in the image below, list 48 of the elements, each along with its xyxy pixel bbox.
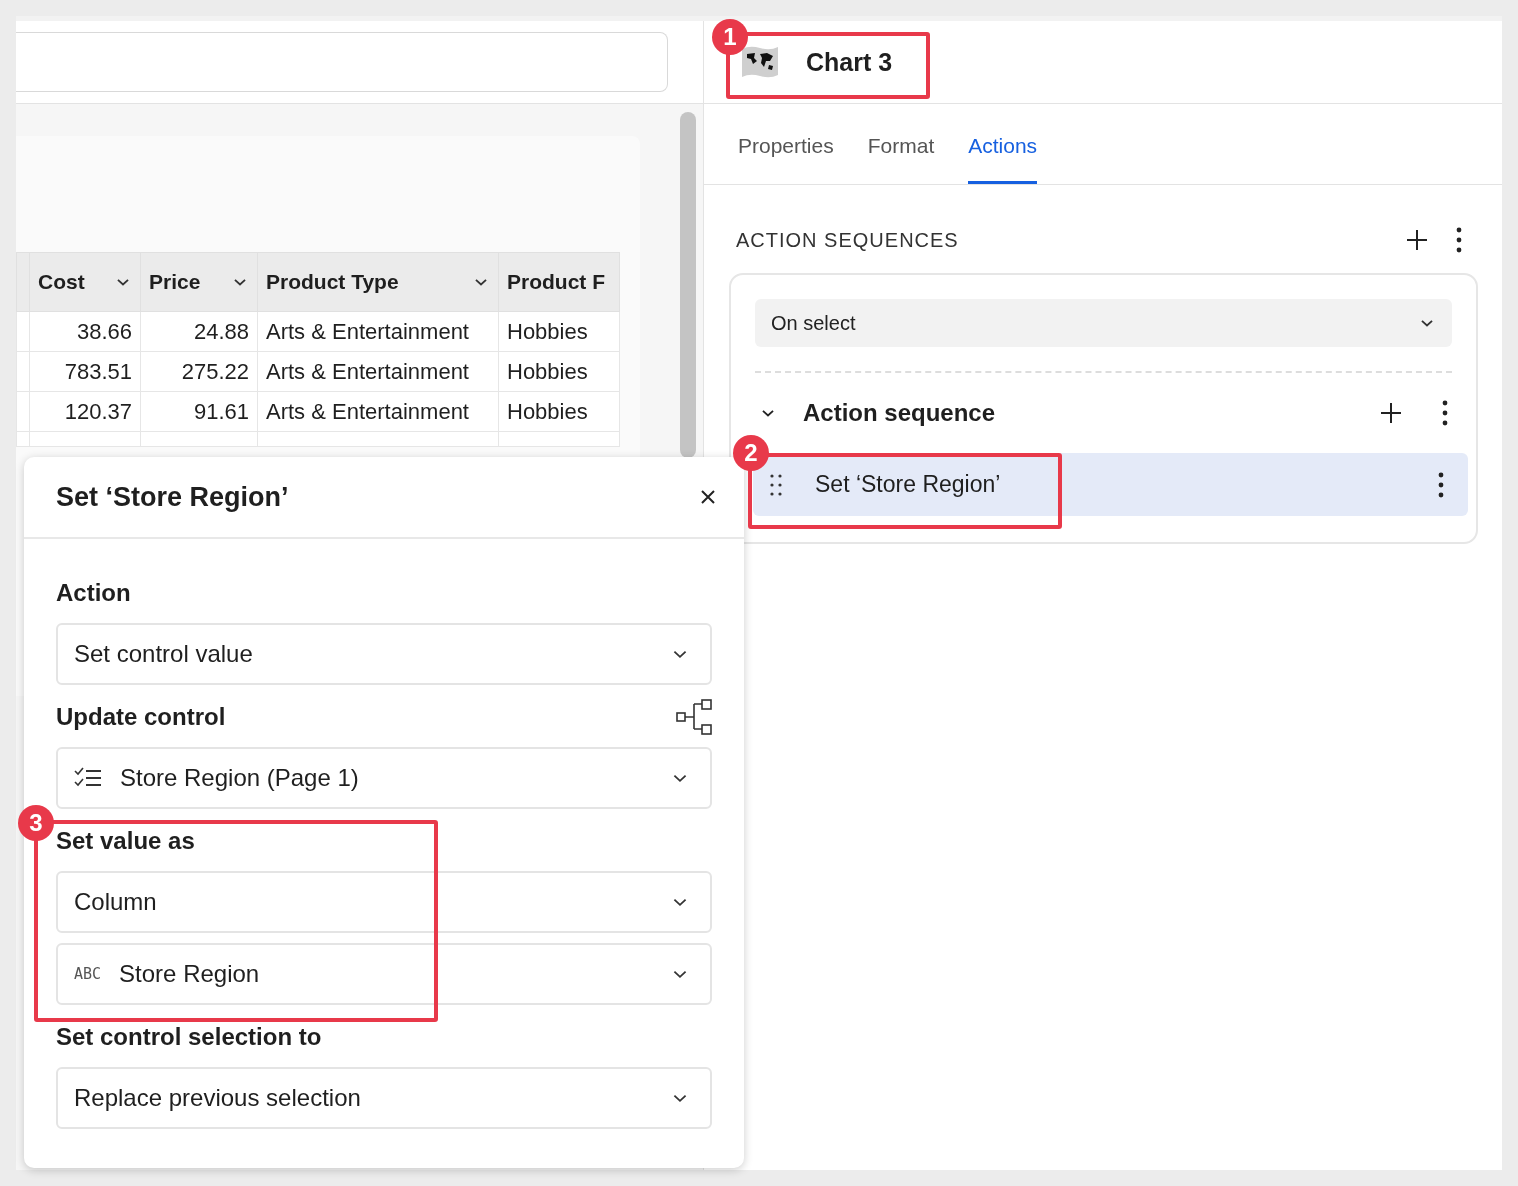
world-map-icon [740,44,780,80]
select-dropdown[interactable]: Column [56,871,712,933]
field-label: Update control [56,703,226,731]
table-cell: Arts & Entertainment [257,391,499,432]
plus-icon [1380,402,1402,424]
input-field[interactable] [16,32,668,92]
drag-handle-icon [769,472,783,497]
table-cell: Arts & Entertainment [257,351,499,392]
checklist-icon [74,767,102,789]
table-cell: Hobbies [498,391,620,432]
scrollbar-thumb[interactable] [680,112,696,458]
table-cell: 275.22 [140,351,258,392]
close-icon [700,489,716,505]
more-icon [1456,227,1462,253]
action-label: Set ‘Store Region’ [815,471,1002,498]
dialog-title: Set ‘Store Region’ [56,481,289,513]
sequence-title: Action sequence [803,399,997,427]
more-icon [1438,471,1444,498]
select-dropdown[interactable]: ABC Store Region [56,943,712,1005]
field-label: Set value as [56,827,195,855]
select-dropdown[interactable]: Set control value [56,623,712,685]
chart-title: Chart 3 [806,47,893,77]
table-cell: 91.61 [140,391,258,432]
type-label: ABC [74,965,102,983]
table-cell: Hobbies [498,311,620,352]
select-dropdown[interactable]: Replace previous selection [56,1067,712,1129]
table-cell: Arts & Entertainment [257,311,499,352]
hierarchy-button[interactable] [676,699,712,735]
column-header[interactable]: Product F [498,252,620,312]
section-title: ACTION SEQUENCES [736,228,960,252]
column-header[interactable]: Price [140,252,258,312]
table-cell: 120.37 [29,391,141,432]
table-cell: 24.88 [140,311,258,352]
table-cell: 38.66 [29,311,141,352]
more-icon [1442,400,1448,426]
table-cell: 783.51 [29,351,141,392]
tab[interactable]: Actions [968,104,1038,184]
tab[interactable]: Format [867,104,935,184]
column-header[interactable]: Product Type [257,252,499,312]
tab[interactable]: Properties [738,104,834,184]
field-label: Set control selection to [56,1023,322,1051]
table-cell: Hobbies [498,351,620,392]
hierarchy-icon [676,699,712,735]
plus-icon [1406,229,1428,251]
trigger-dropdown[interactable]: On select [755,299,1452,347]
select-dropdown[interactable]: Store Region (Page 1) [56,747,712,809]
column-header[interactable]: Cost [29,252,141,312]
field-label: Action [56,579,131,607]
